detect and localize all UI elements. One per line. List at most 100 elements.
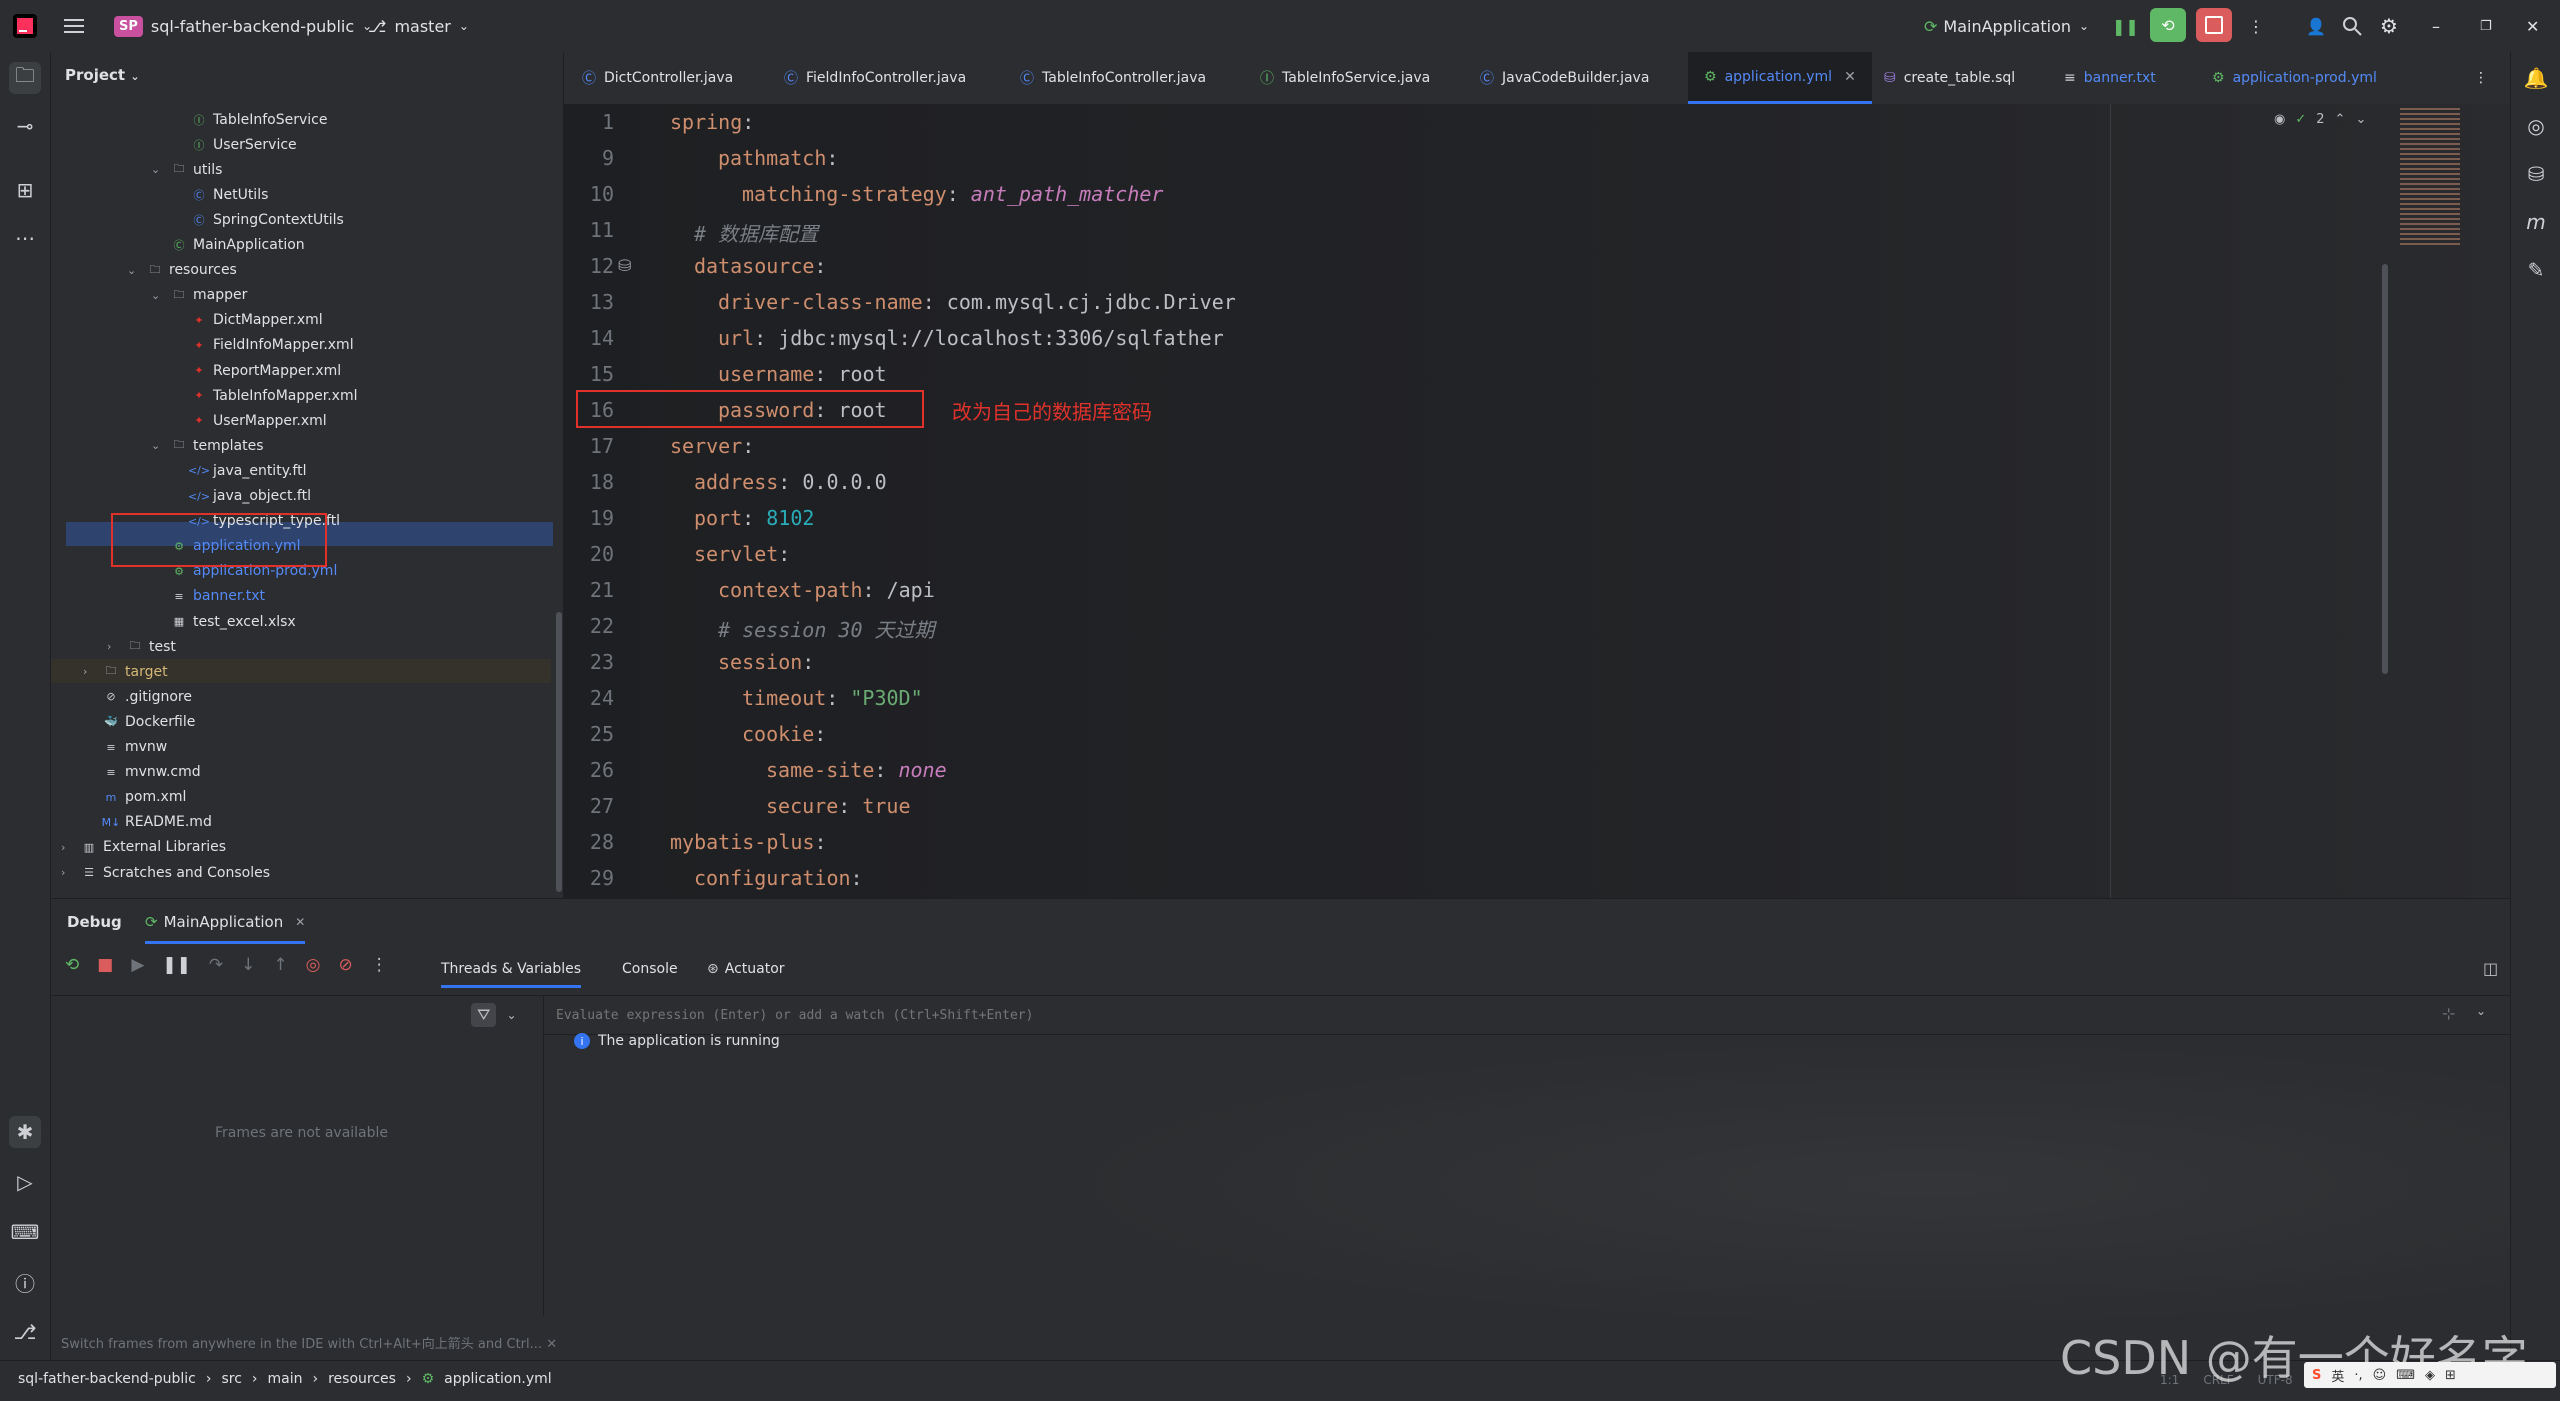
markdown-icon[interactable]: ✎ [2520, 254, 2552, 286]
tab-create-table-sql[interactable]: ⛁ create_table.sql [1884, 52, 2015, 104]
project-panel-title[interactable]: Project ⌄ [65, 66, 140, 84]
tree-item[interactable]: M↓ README.md [102, 810, 212, 835]
terminal-icon[interactable]: ⌨ [9, 1216, 41, 1248]
tree-item[interactable]: ✦ TableInfoMapper.xml [191, 383, 357, 408]
tab-fieldinfocontroller[interactable]: Ⓒ FieldInfoController.java [784, 52, 966, 104]
more-actions-icon[interactable]: ⋮ [371, 955, 388, 975]
tree-item[interactable]: ✦ FieldInfoMapper.xml [191, 333, 353, 358]
tab-tableinfocontroller[interactable]: Ⓒ TableInfoController.java [1020, 52, 1206, 104]
database-icon[interactable]: ⛁ [2520, 158, 2552, 190]
tree-item[interactable]: › 🗀 test [107, 634, 176, 659]
tab-dictcontroller[interactable]: Ⓒ DictController.java [582, 52, 733, 104]
code-editor[interactable]: ◉ ✓ 2 ⌃ ⌄ 改为自己的数据库密码 1 9 10 11 12 13 14 1… [564, 104, 2510, 898]
rerun-debug-icon[interactable]: ⟲ [2150, 8, 2186, 42]
tab-application-yml[interactable]: ⚙ application.yml ✕ [1688, 52, 1872, 104]
breadcrumb-item[interactable]: resources [328, 1371, 396, 1387]
tree-item[interactable]: ✦ DictMapper.xml [191, 308, 322, 333]
stop-icon[interactable] [2196, 8, 2232, 42]
chevron-down-icon[interactable]: ⌄ [151, 439, 160, 452]
commit-icon[interactable]: ⊸ [9, 110, 41, 142]
ai-assistant-icon[interactable]: ◎ [2520, 110, 2552, 142]
chevron-down-icon[interactable]: ⌄ [2355, 112, 2366, 127]
chevron-down-icon[interactable]: ⌄ [2476, 1004, 2486, 1018]
add-watch-icon[interactable]: ⊹ [2442, 1004, 2455, 1023]
more-actions-icon[interactable]: ⋮ [2248, 12, 2264, 40]
step-into-icon[interactable]: ↓ [241, 955, 255, 975]
chevron-right-icon[interactable]: › [61, 841, 65, 854]
stop-icon[interactable]: ■ [97, 955, 113, 975]
filter-icon[interactable]: ⛛ [471, 1003, 497, 1027]
tree-item[interactable]: Ⓒ MainApplication [171, 233, 305, 258]
tree-item[interactable]: </> java_object.ftl [188, 484, 311, 509]
reader-mode-icon[interactable]: ◉ [2274, 112, 2285, 127]
structure-icon[interactable]: ⊞ [9, 174, 41, 206]
minimap[interactable] [2394, 104, 2504, 254]
breadcrumb-item[interactable]: src [221, 1371, 241, 1387]
tree-item[interactable]: Ⓘ TableInfoService [191, 107, 328, 132]
tab-javacodebuilder[interactable]: Ⓒ JavaCodeBuilder.java [1480, 52, 1649, 104]
ime-toolbar[interactable]: S 英 ·, ☺ ⌨ ◈ ⊞ [2304, 1362, 2556, 1388]
close-tab-icon[interactable]: ✕ [295, 915, 305, 929]
chevron-right-icon[interactable]: › [107, 640, 111, 653]
breadcrumb-item[interactable]: sql-father-backend-public [18, 1371, 196, 1387]
tab-banner-txt[interactable]: ≡ banner.txt [2064, 52, 2156, 104]
tree-item[interactable]: ✦ ReportMapper.xml [191, 358, 341, 383]
editor-scrollbar[interactable] [2382, 264, 2388, 674]
project-selector[interactable]: SP sql-father-backend-public ⌄ [114, 12, 372, 40]
tree-item[interactable]: ✦ UserMapper.xml [191, 408, 326, 433]
chevron-down-icon[interactable]: ⌄ [151, 289, 160, 302]
settings-icon[interactable]: ⚙ [2380, 12, 2398, 40]
debug-tool-icon[interactable]: ✱ [9, 1116, 41, 1148]
maven-icon[interactable]: m [2520, 206, 2552, 238]
more-tools-icon[interactable]: ⋯ [9, 222, 41, 254]
debug-session-tab[interactable]: ⟳ MainApplication ✕ [145, 903, 306, 944]
restore-icon[interactable]: ❐ [2480, 12, 2492, 40]
tree-item[interactable]: ⌄ 🗀 utils [151, 157, 222, 182]
close-tab-icon[interactable]: ✕ [1844, 69, 1856, 85]
pause-icon[interactable]: ❚❚ [162, 955, 191, 975]
tab-application-prod-yml[interactable]: ⚙ application-prod.yml [2212, 52, 2377, 104]
tab-console[interactable]: Console [622, 961, 678, 977]
step-out-icon[interactable]: ↑ [273, 955, 287, 975]
tree-item[interactable]: ▦ test_excel.xlsx [171, 609, 296, 634]
tree-item[interactable]: ≡ banner.txt [171, 584, 265, 609]
tree-item[interactable]: m pom.xml [103, 785, 187, 810]
run-config-selector[interactable]: ⟳ MainApplication ⌄ [1924, 12, 2089, 40]
database-gutter-icon[interactable]: ⛁ [618, 256, 631, 275]
close-window-icon[interactable]: ✕ [2526, 12, 2539, 40]
services-icon[interactable]: ▷ [9, 1166, 41, 1198]
tab-actuator[interactable]: ⊛ Actuator [707, 961, 785, 977]
minimize-icon[interactable]: – [2432, 12, 2440, 40]
tree-item[interactable]: › 🗀 target [83, 659, 168, 684]
tab-threads-variables[interactable]: Threads & Variables [441, 961, 582, 988]
tree-item[interactable]: 🐳 Dockerfile [103, 709, 195, 734]
search-icon[interactable] [2342, 12, 2362, 40]
tree-item[interactable]: Ⓘ UserService [191, 132, 297, 157]
tree-item[interactable]: ⌄ 🗀 resources [127, 258, 237, 283]
tab-more-icon[interactable]: ⋮ [2474, 52, 2488, 104]
project-tool-icon[interactable]: 🗀 [9, 62, 41, 94]
tree-item[interactable]: ≡ mvnw.cmd [103, 760, 200, 785]
tree-item[interactable]: </> java_entity.ftl [188, 458, 307, 483]
layout-icon[interactable]: ◫ [2483, 959, 2498, 978]
problems-icon[interactable]: ⓘ [9, 1266, 41, 1298]
tree-item[interactable]: ⌄ 🗀 templates [151, 433, 264, 458]
chevron-up-icon[interactable]: ⌃ [2335, 112, 2346, 127]
branch-selector[interactable]: ⎇ master ⌄ [368, 12, 469, 40]
tree-item[interactable]: Ⓒ NetUtils [191, 182, 269, 207]
git-icon[interactable]: ⎇ [9, 1316, 41, 1348]
chevron-right-icon[interactable]: › [61, 866, 65, 879]
mute-breakpoints-icon[interactable]: ⊘ [338, 955, 352, 975]
chevron-down-icon[interactable]: ⌄ [151, 163, 160, 176]
view-breakpoints-icon[interactable]: ◎ [306, 955, 321, 975]
add-user-icon[interactable]: 👤 [2306, 12, 2326, 40]
tab-tableinfoservice[interactable]: Ⓘ TableInfoService.java [1260, 52, 1430, 104]
breadcrumb-item[interactable]: main [268, 1371, 303, 1387]
rerun-icon[interactable]: ⟲ [65, 955, 79, 975]
tree-item[interactable]: › ☰ Scratches and Consoles [61, 860, 270, 885]
tree-item[interactable]: ⊘ .gitignore [103, 684, 192, 709]
tree-item[interactable]: ⌄ 🗀 mapper [151, 283, 247, 308]
resume-icon[interactable]: ▶ [131, 955, 144, 975]
chevron-down-icon[interactable]: ⌄ [506, 1008, 516, 1022]
pause-icon[interactable]: ❚❚ [2112, 12, 2139, 40]
